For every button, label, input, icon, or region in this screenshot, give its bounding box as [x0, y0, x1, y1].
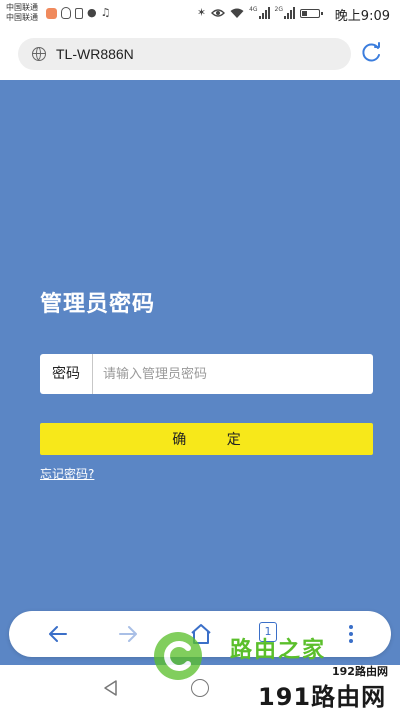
page-title: 管理员密码 [40, 292, 156, 317]
wifi-icon [230, 8, 244, 18]
password-field-group: 密码 [40, 354, 373, 394]
watermark-brand: 路由之家 [230, 638, 327, 663]
carrier-info: 中国联通 中国联通 [6, 3, 38, 23]
eye-icon [211, 9, 226, 17]
carrier-line-1: 中国联通 [6, 3, 38, 12]
signal-icon-2 [284, 7, 295, 19]
network-type-1: 4G [249, 6, 258, 13]
shopping-icon [75, 7, 83, 19]
more-menu-icon[interactable] [339, 622, 363, 646]
reload-icon[interactable] [360, 42, 382, 64]
carrier-line-2: 中国联通 [6, 13, 38, 22]
notification-icons: ● ♫ [46, 5, 110, 21]
bluetooth-icon: ✶ [196, 6, 207, 19]
url-text: TL-WR886N [56, 46, 134, 62]
signal-icon-1 [258, 7, 270, 19]
app-notification-icon [46, 7, 57, 19]
clock: 晚上9:09 [334, 9, 390, 24]
system-icons: ✶ 4G 2G [196, 6, 323, 20]
globe-icon [32, 47, 46, 61]
browser-address-bar: TL-WR886N [0, 28, 400, 80]
wechat-icon: ● [87, 6, 97, 19]
watermark-logo-icon [154, 632, 202, 680]
password-input[interactable] [93, 356, 373, 392]
back-arrow-icon[interactable] [46, 622, 70, 646]
password-label: 密码 [40, 354, 93, 394]
qq-icon [61, 7, 71, 19]
confirm-button[interactable]: 确 定 [40, 423, 373, 455]
status-bar: 中国联通 中国联通 ● ♫ ✶ 4G 2G 晚上9:09 [0, 0, 400, 28]
network-type-2: 2G [274, 6, 283, 13]
watermark-site-large: 191路由网 [258, 683, 387, 711]
forward-arrow-icon[interactable] [116, 622, 140, 646]
battery-icon [300, 8, 323, 18]
router-login-page: 管理员密码 密码 确 定 忘记密码? [0, 80, 400, 665]
url-field[interactable]: TL-WR886N [18, 38, 351, 70]
system-back-icon[interactable] [102, 679, 120, 697]
forgot-password-link[interactable]: 忘记密码? [40, 465, 94, 482]
music-icon: ♫ [100, 6, 111, 19]
